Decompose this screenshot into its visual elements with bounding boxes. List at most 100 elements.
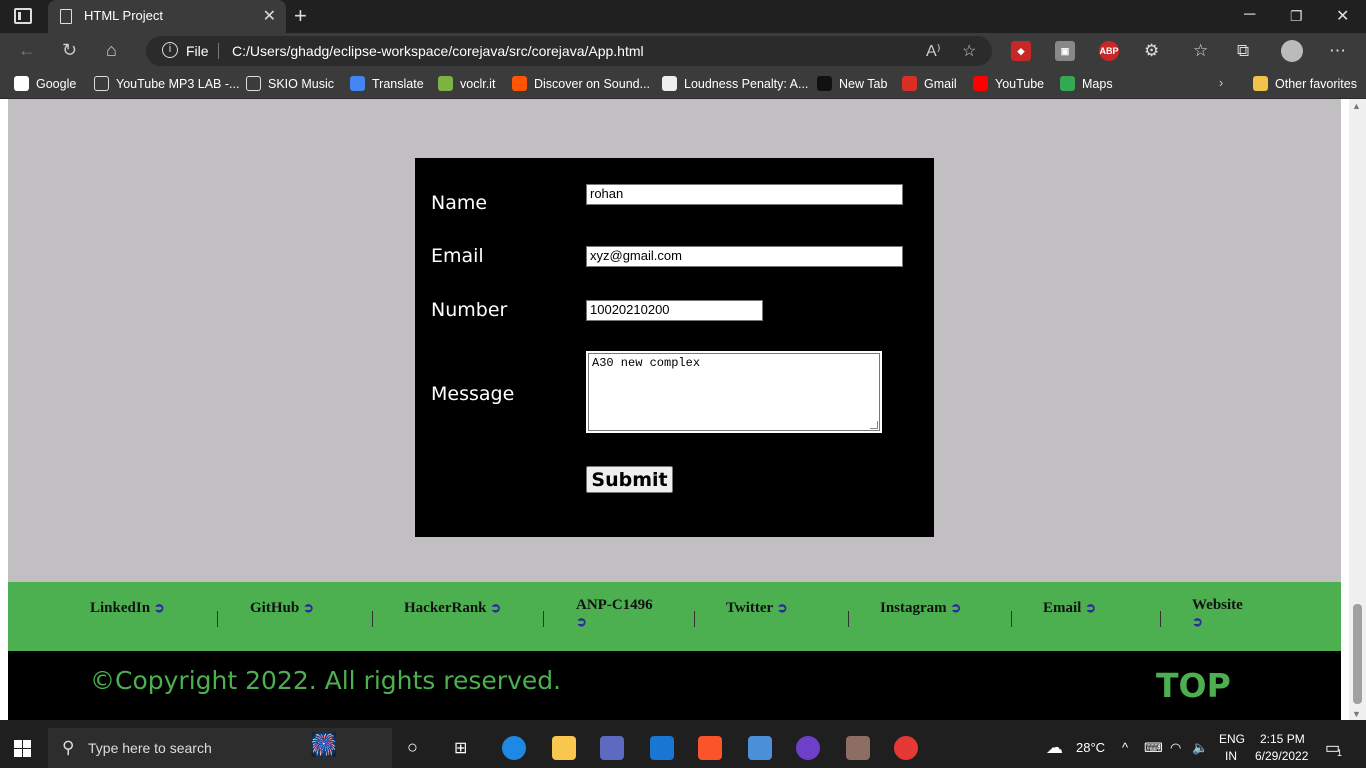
edge-icon[interactable] [502,736,526,760]
tray-chevron-icon[interactable]: ^ [1122,740,1128,755]
more-icon[interactable]: ⋯ [1329,41,1346,61]
tab-close-icon[interactable]: ✕ [263,6,276,26]
bookmark-item[interactable]: Discover on Sound... [512,76,650,91]
new-tab-button[interactable]: + [294,3,307,29]
spinner-icon: ➲ [950,600,962,615]
wifi-icon[interactable]: ◠ [1170,740,1181,756]
address-bar[interactable]: i File C:/Users/ghadg/eclipse-workspace/… [146,36,992,66]
link-label: Website [1192,597,1243,613]
profile-avatar[interactable] [1281,40,1303,62]
extension-icon[interactable]: ▣ [1055,41,1075,61]
spinner-icon: ➲ [302,600,314,615]
bookmark-label: SKIO Music [268,77,334,91]
url-text[interactable]: C:/Users/ghadg/eclipse-workspace/corejav… [232,43,644,59]
read-aloud-icon[interactable]: A⁾ [926,41,941,61]
resize-handle[interactable] [870,421,878,429]
add-favorite-icon[interactable]: ☆ [962,41,976,61]
bookmark-label: YouTube MP3 LAB -... [116,77,240,91]
scroll-up-icon[interactable]: ▲ [1352,101,1361,111]
home-icon[interactable]: ⌂ [106,40,117,61]
title-bar: HTML Project ✕ + ─ ❐ ✕ [0,0,1366,33]
link-email[interactable]: Email ➲ [1043,600,1096,617]
bookmark-item[interactable]: Translate [350,76,424,91]
bookmark-item[interactable]: SKIO Music [246,76,334,91]
scroll-down-icon[interactable]: ▼ [1352,709,1361,719]
bookmark-item[interactable]: Google [14,76,76,91]
task-view-icon[interactable]: ⊞ [454,738,467,758]
clock-time[interactable]: 2:15 PM [1260,732,1305,746]
social-links-bar: LinkedIn ➲ GitHub ➲ HackerRank ➲ ANP-C14… [8,582,1341,651]
bookmark-icon [94,76,109,91]
page-icon [60,9,72,24]
weather-icon[interactable]: ☁ [1046,738,1063,758]
bookmark-item[interactable]: Maps [1060,76,1113,91]
store-icon[interactable] [600,736,624,760]
file-explorer-icon[interactable] [552,736,576,760]
scroll-thumb[interactable] [1353,604,1362,704]
game-icon[interactable] [846,736,870,760]
mail-icon[interactable] [650,736,674,760]
bookmark-item[interactable]: Loudness Penalty: A... [662,76,808,91]
favorites-icon[interactable]: ☆ [1193,41,1208,61]
clock-date[interactable]: 6/29/2022 [1255,749,1308,763]
message-textarea[interactable]: A30 new complex [586,351,882,433]
vertical-scrollbar[interactable]: ▲ ▼ [1349,99,1366,720]
extensions-icon[interactable]: ⚙ [1144,41,1159,61]
cortana-icon[interactable]: ○ [407,737,418,758]
bookmark-icon [973,76,988,91]
refresh-icon[interactable]: ↻ [62,40,77,61]
search-placeholder: Type here to search [88,740,212,756]
brave-icon[interactable] [698,736,722,760]
bookmark-item[interactable]: Gmail [902,76,957,91]
number-input[interactable]: 10020210200 [586,300,763,321]
link-label: ANP-C1496 [576,597,653,613]
link-website[interactable]: Website ➲ [1192,597,1262,631]
tab-html-project[interactable]: HTML Project ✕ [48,0,286,33]
name-input[interactable]: rohan [586,184,903,205]
divider [694,611,695,627]
weather-temp[interactable]: 28°C [1076,740,1105,755]
volume-icon[interactable]: 🔈 [1192,740,1208,756]
spinner-icon: ➲ [153,600,165,615]
chevron-right-icon[interactable]: › [1219,76,1223,90]
link-linkedin[interactable]: LinkedIn ➲ [90,600,165,617]
link-label: Instagram [880,600,947,616]
app-icon[interactable] [748,736,772,760]
info-icon[interactable]: i [162,42,178,58]
close-window-button[interactable]: ✕ [1336,6,1349,26]
link-label: HackerRank [404,600,487,616]
language-top[interactable]: ENG [1219,732,1245,746]
adblock-icon[interactable]: ABP [1099,41,1119,61]
minimize-button[interactable]: ─ [1244,6,1255,24]
link-github[interactable]: GitHub ➲ [250,600,314,617]
bookmark-item[interactable]: voclr.it [438,76,495,91]
back-icon[interactable]: ← [18,40,36,61]
tab-actions-icon[interactable] [14,8,32,24]
language-bottom[interactable]: IN [1225,749,1237,763]
spinner-icon: ➲ [490,600,502,615]
windows-start-icon[interactable] [14,740,31,757]
github-desktop-icon[interactable] [796,736,820,760]
link-hackerrank[interactable]: HackerRank ➲ [404,600,501,617]
search-highlight-icon: 🎆 [310,732,338,757]
submit-button[interactable]: Submit [586,466,673,493]
bookmark-item[interactable]: YouTube MP3 LAB -... [94,76,239,91]
link-label: LinkedIn [90,600,151,616]
link-anp[interactable]: ANP-C1496 ➲ [576,597,666,631]
email-input[interactable]: xyz@gmail.com [586,246,903,267]
chrome-icon[interactable] [894,736,918,760]
link-instagram[interactable]: Instagram ➲ [880,600,961,617]
other-favorites[interactable]: Other favorites [1253,76,1357,91]
top-link[interactable]: TOP [1156,666,1231,705]
collections-icon[interactable]: ⧉ [1237,41,1249,61]
search-icon: ⚲ [62,738,75,757]
name-label: Name [431,192,488,214]
restore-button[interactable]: ❐ [1290,8,1303,25]
bookmark-item[interactable]: YouTube [973,76,1044,91]
link-twitter[interactable]: Twitter ➲ [726,600,788,617]
bookmark-item[interactable]: New Tab [817,76,887,91]
keyboard-icon[interactable]: ⌨ [1144,740,1163,756]
extension-icon[interactable]: ◆ [1011,41,1031,61]
bookmark-label: Google [36,77,77,91]
taskbar-search[interactable]: ⚲ Type here to search 🎆 [48,728,392,768]
